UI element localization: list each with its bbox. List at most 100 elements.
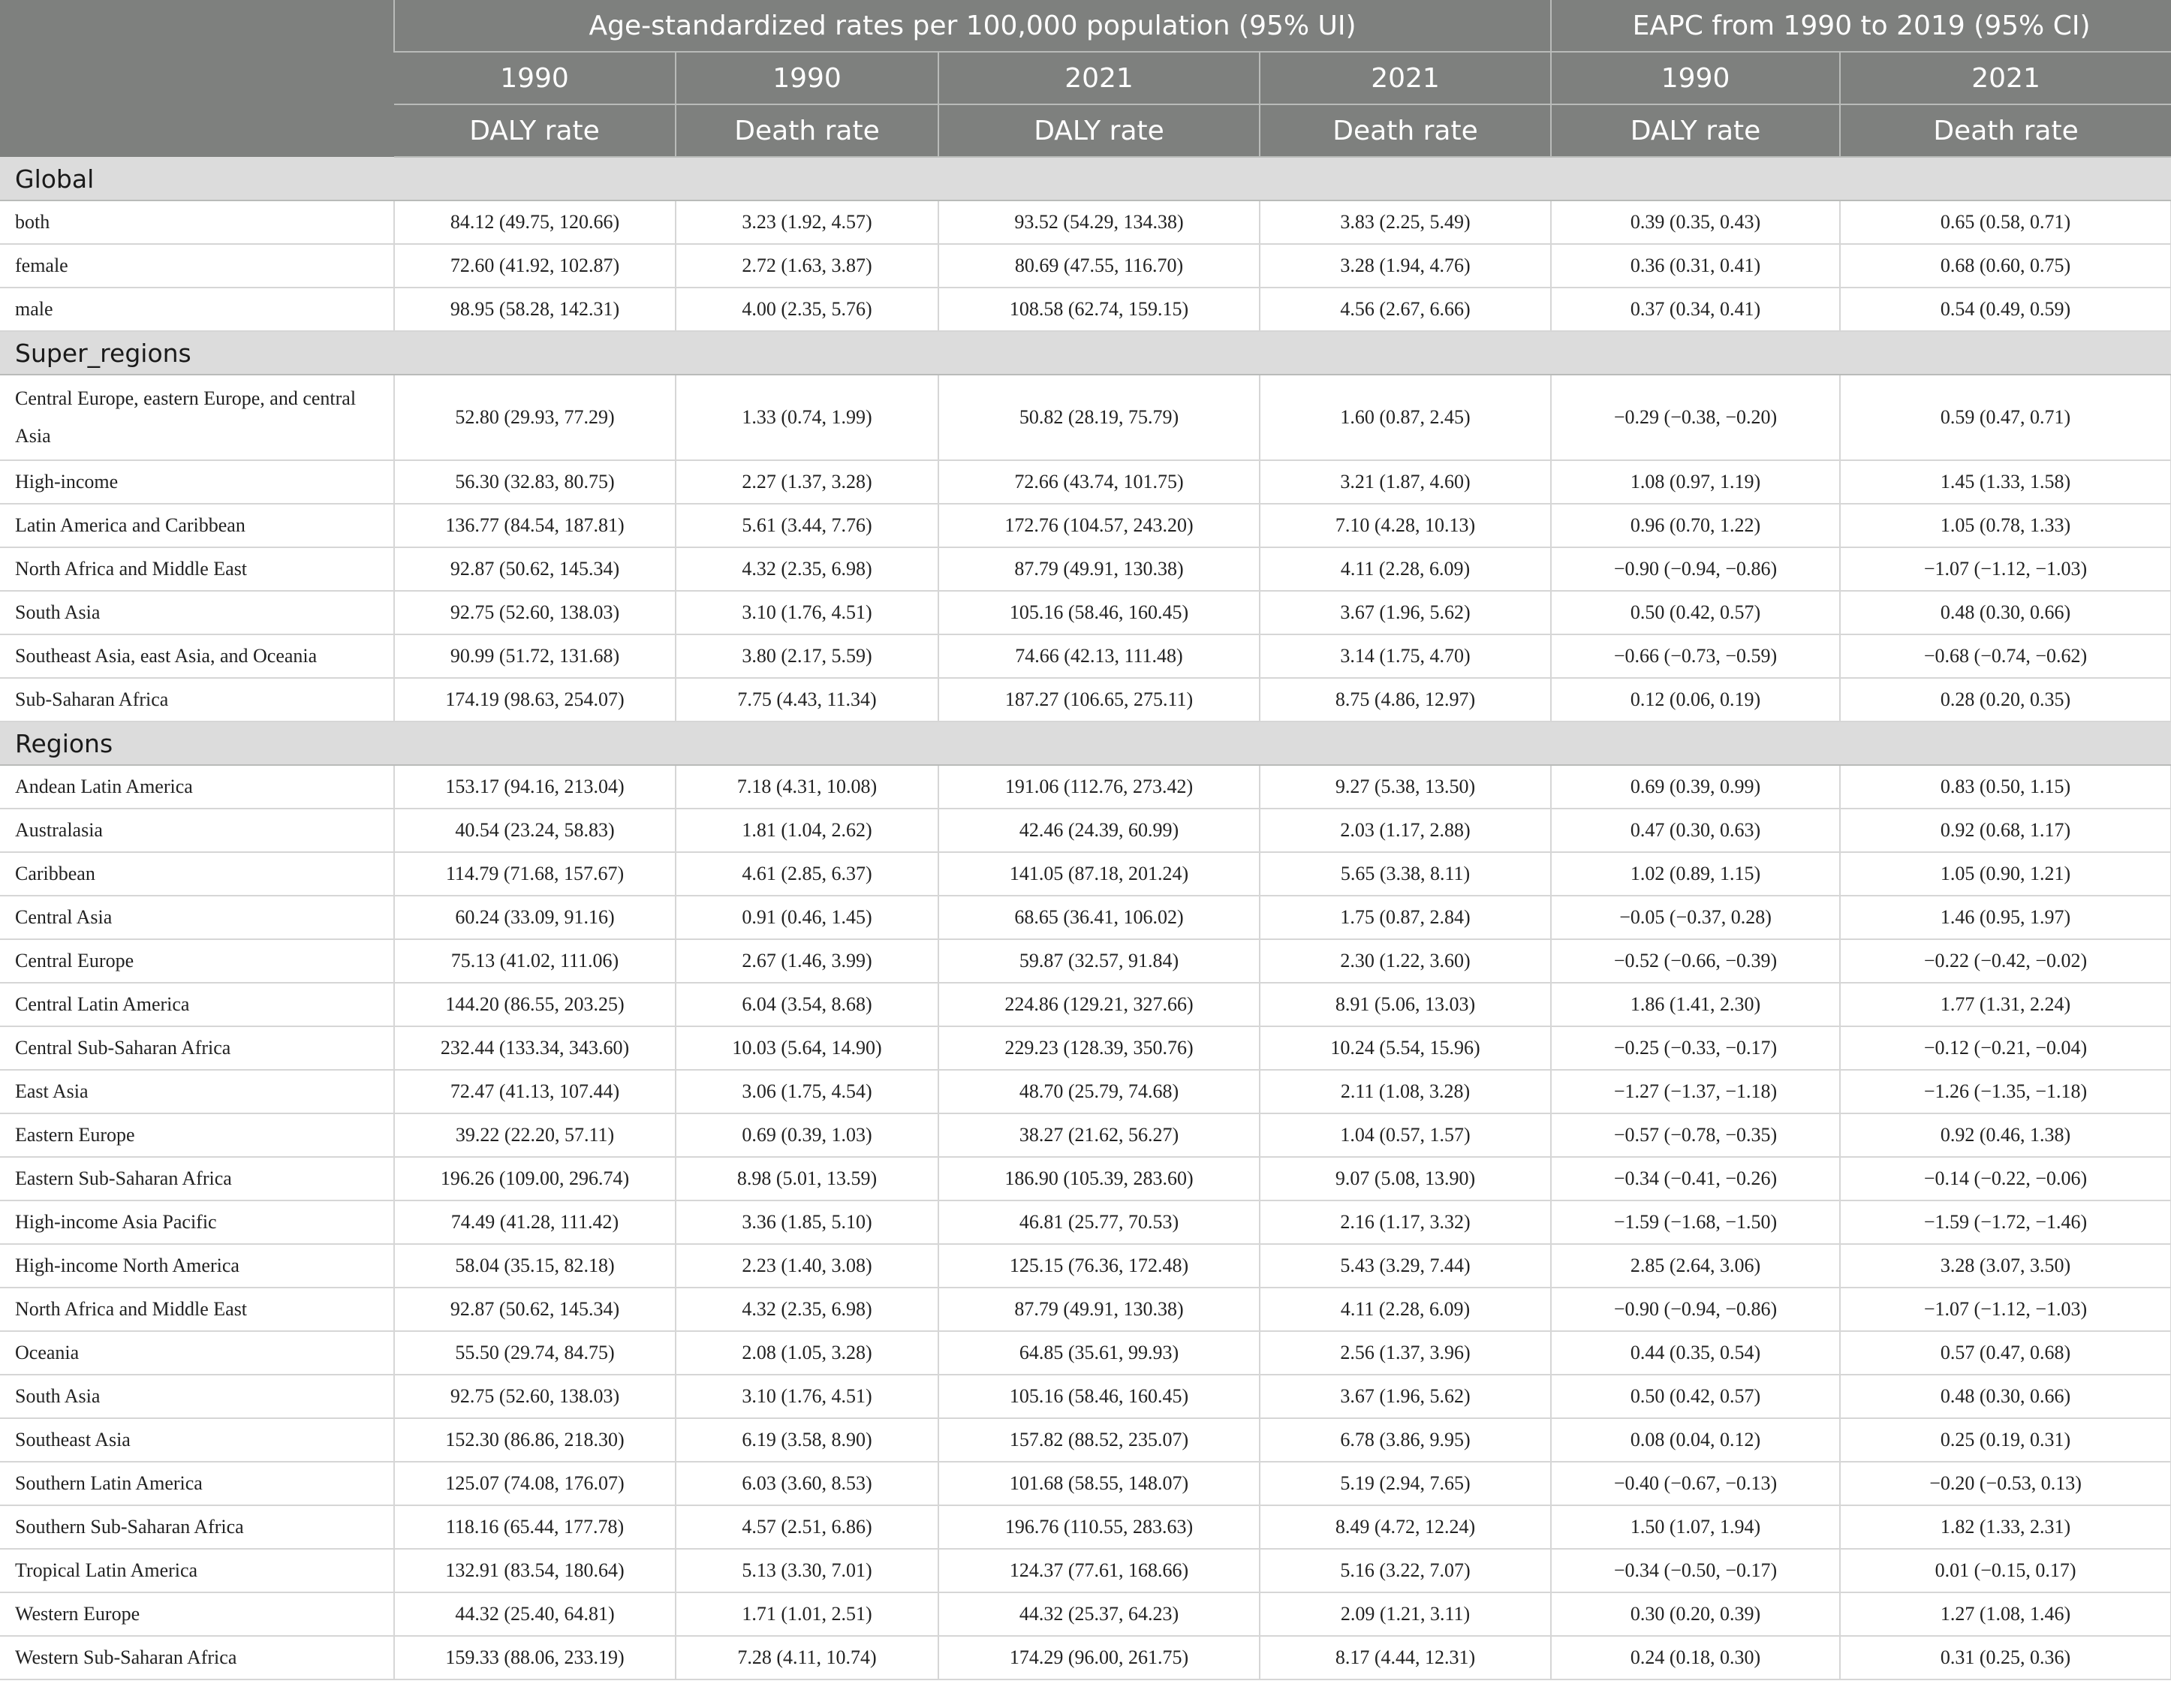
table-cell: 0.59 (0.47, 0.71): [1839, 375, 2171, 461]
table-cell: 101.68 (58.55, 148.07): [938, 1462, 1260, 1506]
table-cell: 2.16 (1.17, 3.32): [1258, 1200, 1552, 1245]
table-row: Central Asia 60.24 (33.09, 91.16) 0.91 (0.…: [0, 896, 2171, 940]
table-cell: 0.01 (−0.15, 0.17): [1839, 1549, 2171, 1593]
table-cell: 4.00 (2.35, 5.76): [675, 288, 938, 332]
table-cell: 3.14 (1.75, 4.70): [1258, 634, 1552, 679]
table-cell: 141.05 (87.18, 201.24): [938, 852, 1260, 896]
table-cell: 58.04 (35.15, 82.18): [393, 1244, 676, 1288]
header-metric: DALY rate: [1550, 104, 1841, 158]
table-cell: 0.12 (0.06, 0.19): [1550, 678, 1841, 722]
table-cell: 4.61 (2.85, 6.37): [675, 852, 938, 896]
table-cell: 4.11 (2.28, 6.09): [1258, 1288, 1552, 1332]
row-label: Australasia: [0, 809, 394, 853]
row-label: High-income North America: [0, 1244, 394, 1288]
table-cell: 132.91 (83.54, 180.64): [393, 1549, 676, 1593]
table-cell: 1.08 (0.97, 1.19): [1550, 460, 1841, 505]
table-cell: 157.82 (88.52, 235.07): [938, 1418, 1260, 1462]
table-cell: 6.03 (3.60, 8.53): [675, 1462, 938, 1506]
table-cell: 8.17 (4.44, 12.31): [1258, 1636, 1552, 1680]
table-cell: 196.76 (110.55, 283.63): [938, 1505, 1260, 1550]
table-cell: 2.11 (1.08, 3.28): [1258, 1070, 1552, 1114]
row-label: Central Europe, eastern Europe, and cent…: [0, 375, 394, 461]
table-cell: 5.19 (2.94, 7.65): [1258, 1462, 1552, 1506]
table-cell: 0.30 (0.20, 0.39): [1550, 1592, 1841, 1637]
table-cell: 2.85 (2.64, 3.06): [1550, 1244, 1841, 1288]
table-cell: 3.80 (2.17, 5.59): [675, 634, 938, 679]
table-cell: 4.57 (2.51, 6.86): [675, 1505, 938, 1550]
table-cell: 7.75 (4.43, 11.34): [675, 678, 938, 722]
table-cell: −0.29 (−0.38, −0.20): [1550, 375, 1841, 461]
table-cell: 0.54 (0.49, 0.59): [1839, 288, 2171, 332]
header-year: 2021: [938, 52, 1260, 105]
table-cell: 0.91 (0.46, 1.45): [675, 896, 938, 940]
table-row: High-income North America 58.04 (35.15, 8…: [0, 1244, 2171, 1288]
table-cell: 232.44 (133.34, 343.60): [393, 1026, 676, 1071]
table-cell: 144.20 (86.55, 203.25): [393, 983, 676, 1027]
header-group-eapc: EAPC from 1990 to 2019 (95% CI): [1550, 0, 2171, 53]
table-cell: 1.75 (0.87, 2.84): [1258, 896, 1552, 940]
row-label: Oceania: [0, 1331, 394, 1375]
header-year: 1990: [394, 52, 676, 105]
table-cell: 39.22 (22.20, 57.11): [393, 1113, 676, 1158]
table-header: Age-standardized rates per 100,000 popul…: [0, 0, 2171, 158]
section-row: Super_regions: [0, 331, 2171, 375]
table-cell: −0.20 (−0.53, 0.13): [1839, 1462, 2171, 1506]
table-cell: 72.66 (43.74, 101.75): [938, 460, 1260, 505]
table-cell: 3.28 (1.94, 4.76): [1258, 244, 1552, 288]
table-cell: −0.68 (−0.74, −0.62): [1839, 634, 2171, 679]
table-cell: 6.04 (3.54, 8.68): [675, 983, 938, 1027]
table-cell: 2.08 (1.05, 3.28): [675, 1331, 938, 1375]
table-cell: 0.69 (0.39, 1.03): [675, 1113, 938, 1158]
table-row: Central Latin America 144.20 (86.55, 203.…: [0, 983, 2171, 1027]
table-cell: 2.30 (1.22, 3.60): [1258, 939, 1552, 984]
table-cell: 6.78 (3.86, 9.95): [1258, 1418, 1552, 1462]
table-cell: 72.60 (41.92, 102.87): [393, 244, 676, 288]
table-cell: 1.27 (1.08, 1.46): [1839, 1592, 2171, 1637]
table-row: Western Sub-Saharan Africa 159.33 (88.06,…: [0, 1636, 2171, 1680]
table-cell: 9.07 (5.08, 13.90): [1258, 1157, 1552, 1201]
table-row: East Asia 72.47 (41.13, 107.44) 3.06 (1.75…: [0, 1070, 2171, 1114]
table-cell: 3.10 (1.76, 4.51): [675, 1375, 938, 1419]
table-cell: 3.21 (1.87, 4.60): [1258, 460, 1552, 505]
table-cell: 174.29 (96.00, 261.75): [938, 1636, 1260, 1680]
table-cell: 7.28 (4.11, 10.74): [675, 1636, 938, 1680]
table-cell: 0.92 (0.68, 1.17): [1839, 809, 2171, 853]
table-cell: 1.71 (1.01, 2.51): [675, 1592, 938, 1637]
header-year: 2021: [1839, 52, 2171, 105]
table-cell: 1.33 (0.74, 1.99): [675, 375, 938, 461]
table-cell: 8.98 (5.01, 13.59): [675, 1157, 938, 1201]
table-row: Western Europe 44.32 (25.40, 64.81) 1.71 (…: [0, 1592, 2171, 1637]
table-cell: 10.03 (5.64, 14.90): [675, 1026, 938, 1071]
table-cell: 5.16 (3.22, 7.07): [1258, 1549, 1552, 1593]
table-cell: 1.46 (0.95, 1.97): [1839, 896, 2171, 940]
table-cell: 92.75 (52.60, 138.03): [393, 1375, 676, 1419]
table-cell: −0.05 (−0.37, 0.28): [1550, 896, 1841, 940]
row-label: Tropical Latin America: [0, 1549, 394, 1593]
table-cell: −0.40 (−0.67, −0.13): [1550, 1462, 1841, 1506]
table-cell: 0.50 (0.42, 0.57): [1550, 591, 1841, 635]
table-cell: 3.28 (3.07, 3.50): [1839, 1244, 2171, 1288]
table-cell: 0.24 (0.18, 0.30): [1550, 1636, 1841, 1680]
table-row: Tropical Latin America 132.91 (83.54, 180…: [0, 1549, 2171, 1593]
table-cell: 136.77 (84.54, 187.81): [393, 504, 676, 548]
table-cell: 3.67 (1.96, 5.62): [1258, 1375, 1552, 1419]
table-cell: 3.36 (1.85, 5.10): [675, 1200, 938, 1245]
table-cell: 4.56 (2.67, 6.66): [1258, 288, 1552, 332]
section-title: Regions: [0, 721, 2171, 766]
table-cell: −1.07 (−1.12, −1.03): [1839, 1288, 2171, 1332]
table-row: Sub-Saharan Africa 174.19 (98.63, 254.07)…: [0, 678, 2171, 722]
table-cell: 2.27 (1.37, 3.28): [675, 460, 938, 505]
table-cell: 60.24 (33.09, 91.16): [393, 896, 676, 940]
table-cell: 0.83 (0.50, 1.15): [1839, 765, 2171, 809]
table-row: Central Sub-Saharan Africa 232.44 (133.34…: [0, 1026, 2171, 1071]
header-group-row: Age-standardized rates per 100,000 popul…: [0, 0, 2171, 157]
table-cell: −1.26 (−1.35, −1.18): [1839, 1070, 2171, 1114]
table-cell: 44.32 (25.37, 64.23): [938, 1592, 1260, 1637]
table-row: Eastern Europe 39.22 (22.20, 57.11) 0.69 (…: [0, 1113, 2171, 1158]
table-cell: 229.23 (128.39, 350.76): [938, 1026, 1260, 1071]
table-cell: 4.11 (2.28, 6.09): [1258, 547, 1552, 592]
table-cell: 42.46 (24.39, 60.99): [938, 809, 1260, 853]
section-title: Super_regions: [0, 331, 2171, 375]
table-cell: 125.15 (76.36, 172.48): [938, 1244, 1260, 1288]
table-cell: 48.70 (25.79, 74.68): [938, 1070, 1260, 1114]
